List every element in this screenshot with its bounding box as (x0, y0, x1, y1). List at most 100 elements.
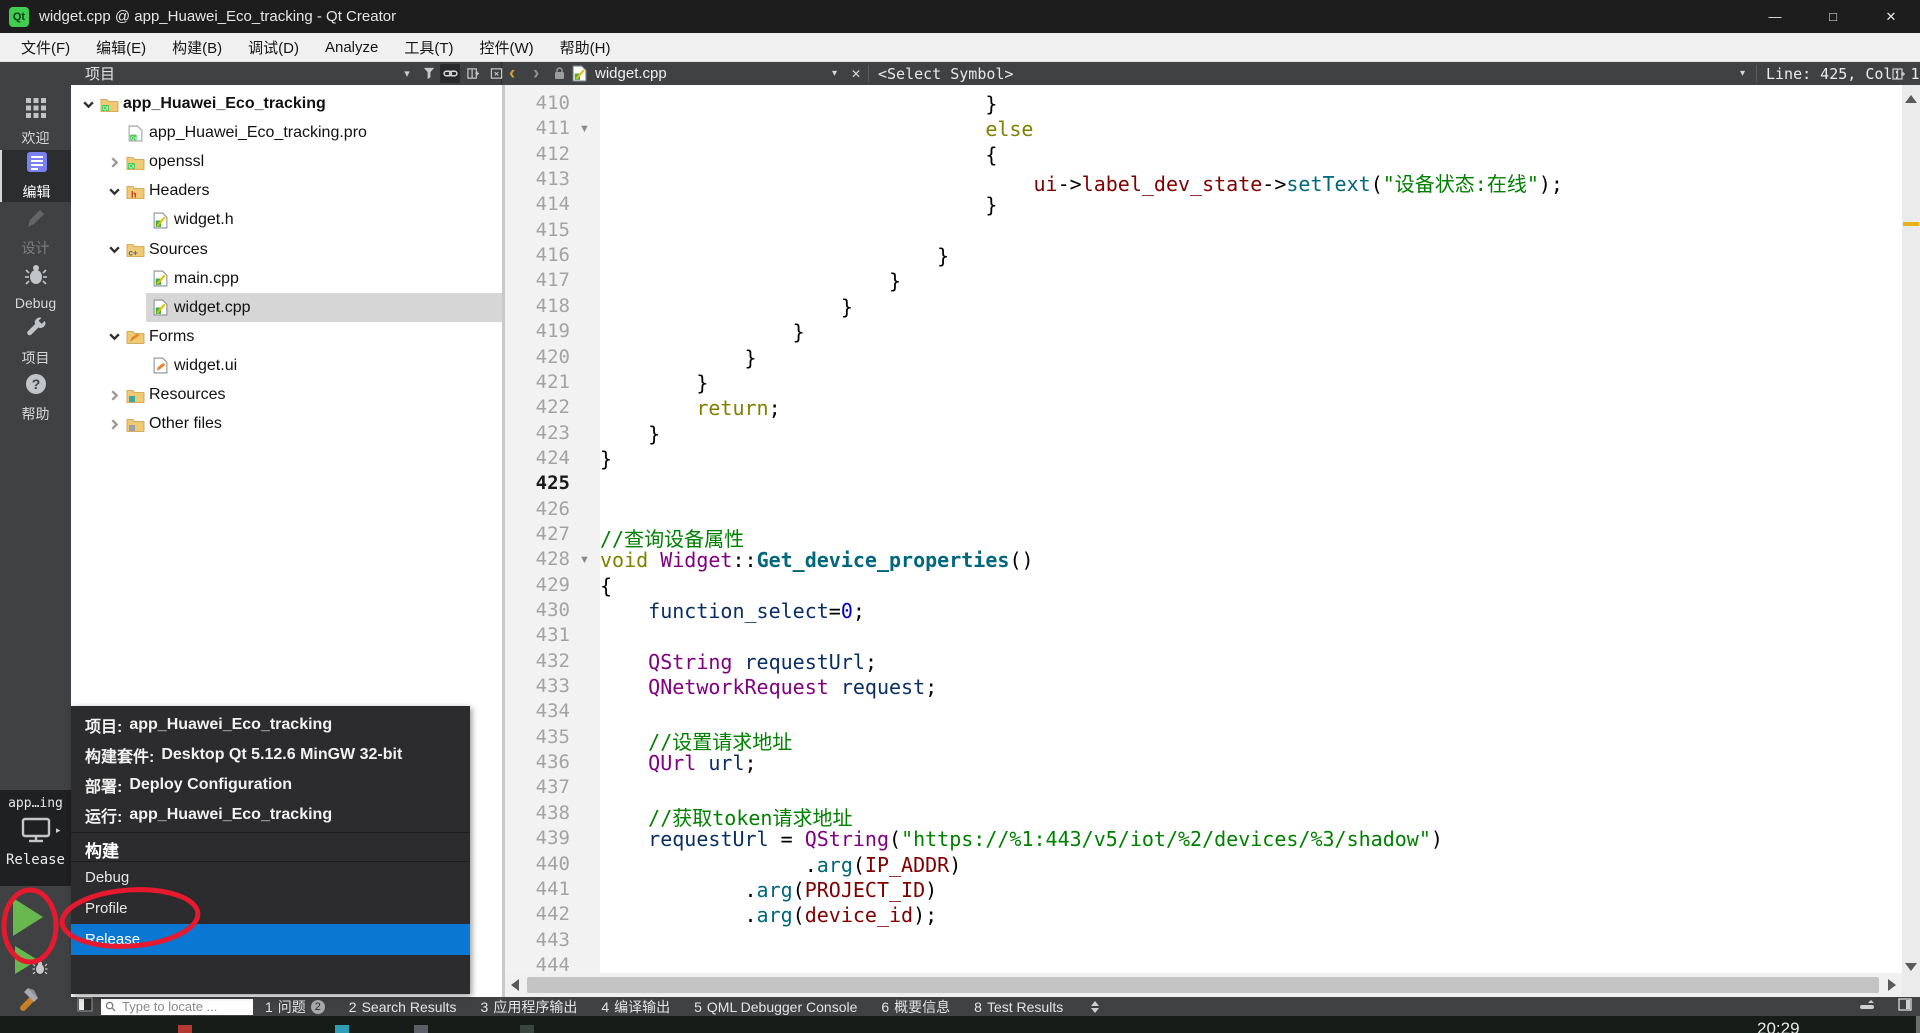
project-panel-title[interactable]: 项目 (85, 62, 115, 85)
tree-item-main-cpp[interactable]: main.cpp (71, 264, 502, 293)
menu-item-3[interactable]: 调试(D) (235, 33, 312, 62)
output-tab-8[interactable]: 8Test Results (974, 999, 1063, 1015)
sidebar-toggle-icon[interactable] (1898, 998, 1912, 1016)
fold-marker-icon[interactable]: ▼ (579, 117, 590, 142)
menu-item-2[interactable]: 构建(B) (159, 33, 235, 62)
scroll-down-icon[interactable] (1905, 963, 1917, 971)
taskbar-icon[interactable] (178, 1025, 192, 1033)
symbol-selector[interactable]: <Select Symbol> (878, 62, 1013, 85)
popup-option-debug[interactable]: Debug (71, 862, 470, 893)
line-number-441: 441 (536, 878, 570, 903)
code-editor[interactable]: } else { ui->label_dev_state->setText("设… (600, 85, 1902, 997)
svg-text:Qt: Qt (130, 135, 136, 141)
tree-item-label: Other files (149, 415, 222, 433)
code-line-439: requestUrl = QString("https://%1:443/v5/… (600, 827, 1443, 852)
menu-item-1[interactable]: 编辑(E) (83, 33, 159, 62)
close-button[interactable]: ✕ (1862, 0, 1920, 33)
chevron-right-icon[interactable] (104, 418, 124, 431)
output-panes-toggle-icon[interactable] (77, 997, 93, 1017)
output-tab-number: 2 (349, 999, 357, 1015)
code-line-416: } (600, 244, 949, 269)
chevron-right-icon[interactable] (104, 156, 124, 169)
tree-item-widget-ui[interactable]: widget.ui (71, 351, 502, 380)
line-number-423: 423 (536, 422, 570, 447)
scroll-right-icon[interactable] (1888, 979, 1896, 991)
status-bar: 1问题2 2Search Results 3应用程序输出 4编译输出 5QML Debu… (71, 997, 1920, 1016)
taskbar-icon[interactable] (414, 1025, 428, 1033)
cursor-dropdown-caret-icon[interactable]: ▾ (1740, 62, 1745, 85)
output-tab-2[interactable]: 2Search Results (349, 999, 457, 1015)
menu-item-7[interactable]: 帮助(H) (547, 33, 624, 62)
mode-item-debug-bug[interactable]: Debug (0, 261, 71, 313)
tree-item-resources[interactable]: Resources (71, 381, 502, 410)
output-tab-6[interactable]: 6概要信息 (881, 997, 950, 1017)
mode-label: 帮助 (22, 404, 50, 424)
mode-item-edit-document[interactable]: 编辑 (0, 150, 71, 202)
split-panel-icon[interactable] (463, 64, 483, 83)
locator-input[interactable] (120, 998, 240, 1015)
chevron-down-icon[interactable] (104, 243, 124, 256)
line-number-440: 440 (536, 853, 570, 878)
output-tab-label: 概要信息 (894, 997, 950, 1017)
line-number-438: 438 (536, 802, 570, 827)
menu-item-0[interactable]: 文件(F) (8, 33, 83, 62)
folder-ui (124, 329, 146, 344)
fold-marker-icon[interactable]: ▼ (579, 548, 590, 573)
line-number-424: 424 (536, 447, 570, 472)
kit-selector-button[interactable]: app…ing ▸ Release (0, 790, 71, 886)
maximize-button[interactable]: □ (1804, 0, 1862, 33)
taskbar-icon[interactable] (520, 1025, 534, 1033)
nav-back-icon[interactable]: ‹ (509, 62, 515, 85)
editor-tab-label[interactable]: widget.cpp (595, 62, 667, 85)
output-tab-3[interactable]: 3应用程序输出 (481, 997, 578, 1017)
menu-item-5[interactable]: 工具(T) (391, 33, 466, 62)
popup-option-profile[interactable]: Profile (71, 893, 470, 924)
tree-item-app-huawei-eco-tracking[interactable]: Qtapp_Huawei_Eco_tracking (71, 90, 502, 119)
output-tab-5[interactable]: 5QML Debugger Console (694, 999, 857, 1015)
sort-arrows-icon[interactable] (1091, 1001, 1099, 1013)
line-number-419: 419 (536, 320, 570, 345)
output-tab-label: 应用程序输出 (493, 997, 577, 1017)
horizontal-scrollbar[interactable] (505, 973, 1902, 997)
run-button[interactable] (13, 898, 43, 936)
minimize-button[interactable]: — (1746, 0, 1804, 33)
nav-forward-icon[interactable]: › (533, 62, 539, 85)
chevron-right-icon[interactable] (104, 389, 124, 402)
panel-selector-caret-icon[interactable]: ▾ (397, 64, 417, 83)
tree-item-widget-cpp[interactable]: widget.cpp (71, 293, 502, 322)
line-number-431: 431 (536, 624, 570, 649)
mode-item-help-question[interactable]: ?帮助 (0, 372, 71, 424)
split-editor-icon[interactable] (1892, 62, 1906, 85)
mode-item-design-pencil[interactable]: 设计 (0, 206, 71, 258)
hscroll-thumb[interactable] (527, 977, 1879, 993)
scroll-left-icon[interactable] (511, 979, 519, 991)
tree-item-openssl[interactable]: Qtopenssl (71, 148, 502, 177)
chevron-down-icon[interactable] (104, 330, 124, 343)
output-tab-4[interactable]: 4编译输出 (601, 997, 670, 1017)
tree-item-app-huawei-eco-tracking-pro[interactable]: Qtapp_Huawei_Eco_tracking.pro (71, 119, 502, 148)
menu-item-6[interactable]: 控件(W) (467, 33, 547, 62)
popup-option-release[interactable]: Release (71, 924, 470, 955)
mode-item-welcome-grid[interactable]: 欢迎 (0, 96, 71, 148)
build-progress-icon[interactable] (1858, 998, 1876, 1016)
tree-item-headers[interactable]: hHeaders (71, 177, 502, 206)
sync-with-editor-link-icon[interactable] (440, 64, 460, 83)
tree-item-widget-h[interactable]: widget.h (71, 206, 502, 235)
folder-other (124, 417, 146, 432)
tree-item-sources[interactable]: c+Sources (71, 235, 502, 264)
menu-item-4[interactable]: Analyze (312, 33, 391, 62)
filter-funnel-icon[interactable] (419, 64, 439, 83)
tree-item-forms[interactable]: Forms (71, 322, 502, 351)
show-desktop-button[interactable] (1916, 1016, 1920, 1033)
mode-item-projects-wrench[interactable]: 项目 (0, 316, 71, 368)
output-tab-number: 4 (601, 999, 609, 1015)
output-tab-1[interactable]: 1问题2 (265, 997, 325, 1017)
chevron-down-icon[interactable] (104, 185, 124, 198)
taskbar-icon[interactable] (335, 1025, 349, 1033)
chevron-down-icon[interactable] (78, 98, 98, 111)
tab-close-icon[interactable]: ✕ (851, 62, 861, 85)
vertical-scrollbar[interactable] (1902, 85, 1920, 997)
tree-item-other-files[interactable]: Other files (71, 410, 502, 439)
tab-dropdown-caret-icon[interactable]: ▾ (832, 62, 837, 85)
scroll-up-icon[interactable] (1905, 95, 1917, 103)
